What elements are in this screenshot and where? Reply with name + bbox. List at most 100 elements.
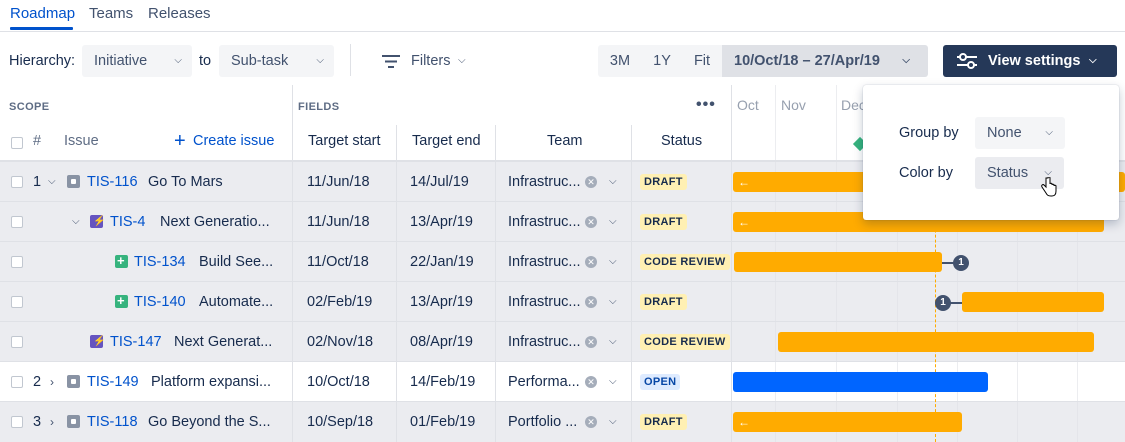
group-by-select[interactable]: None ⌵ <box>975 117 1065 149</box>
chevron-down-icon[interactable]: ⌵ <box>609 282 617 322</box>
row-checkbox[interactable] <box>11 216 23 228</box>
tab-roadmap[interactable]: Roadmap <box>10 5 75 22</box>
issue-summary: Automate... <box>199 294 274 310</box>
team-value[interactable]: Performa... <box>508 362 583 402</box>
chevron-down-icon: ⌵ <box>316 55 324 66</box>
target-start[interactable]: 11/Oct/18 <box>307 242 369 282</box>
target-start[interactable]: 11/Jun/18 <box>307 202 370 242</box>
chevron-right-icon[interactable]: › <box>50 402 54 442</box>
issue-key[interactable]: TIS-149 <box>87 362 139 402</box>
issue-summary: Go To Mars <box>148 174 223 190</box>
chevron-down-icon[interactable]: ⌵ <box>72 202 80 242</box>
target-end[interactable]: 14/Jul/19 <box>410 162 469 202</box>
timeline-bar[interactable] <box>733 372 988 392</box>
initiative-icon <box>67 175 80 188</box>
status-badge[interactable]: CODE REVIEW <box>640 254 730 270</box>
issue-key[interactable]: TIS-134 <box>134 242 186 282</box>
clear-icon[interactable]: ✕ <box>585 296 597 308</box>
clear-icon[interactable]: ✕ <box>585 416 597 428</box>
status-badge[interactable]: CODE REVIEW <box>640 334 730 350</box>
date-range-select[interactable]: 10/Oct/18 – 27/Apr/19 ⌵ <box>722 45 928 77</box>
issue-key[interactable]: TIS-116 <box>87 162 138 202</box>
status-badge[interactable]: DRAFT <box>640 174 687 190</box>
column-team: Team <box>547 133 583 149</box>
toolbar-separator <box>350 44 351 76</box>
target-end[interactable]: 01/Feb/19 <box>410 402 475 442</box>
view-settings-label: View settings <box>988 53 1081 69</box>
issue-key[interactable]: TIS-118 <box>87 402 138 442</box>
target-start[interactable]: 02/Feb/19 <box>307 282 372 322</box>
row-checkbox[interactable] <box>11 336 23 348</box>
timeline-bar[interactable] <box>962 292 1104 312</box>
column-target-start: Target start <box>308 133 381 149</box>
hierarchy-to-select[interactable]: Sub-task ⌵ <box>219 45 334 77</box>
issue-key[interactable]: TIS-140 <box>134 282 186 322</box>
target-end[interactable]: 14/Feb/19 <box>410 362 475 402</box>
dependency-badge[interactable]: 1 <box>935 295 951 311</box>
hierarchy-to-value: Sub-task <box>231 53 289 69</box>
row-checkbox[interactable] <box>11 176 23 188</box>
story-icon: + <box>115 293 128 308</box>
target-end[interactable]: 08/Apr/19 <box>410 322 473 362</box>
active-tab-indicator <box>10 27 73 30</box>
target-start[interactable]: 10/Oct/18 <box>307 362 370 402</box>
team-value[interactable]: Infrastruc... <box>508 282 583 322</box>
zoom-1y-button[interactable]: 1Y <box>642 45 682 77</box>
issue-key[interactable]: TIS-4 <box>110 202 145 242</box>
chevron-down-icon[interactable]: ⌵ <box>609 362 617 402</box>
team-value[interactable]: Infrastruc... <box>508 322 583 362</box>
status-badge[interactable]: DRAFT <box>640 214 687 230</box>
chevron-down-icon[interactable]: ⌵ <box>48 162 56 202</box>
group-by-value: None <box>987 125 1022 141</box>
column-divider <box>631 125 632 442</box>
clear-icon[interactable]: ✕ <box>585 336 597 348</box>
clear-icon[interactable]: ✕ <box>585 176 597 188</box>
chevron-down-icon: ⌵ <box>1045 127 1053 138</box>
chevron-down-icon[interactable]: ⌵ <box>609 202 617 242</box>
select-all-checkbox[interactable] <box>11 137 23 149</box>
status-badge[interactable]: DRAFT <box>640 414 687 430</box>
clear-icon[interactable]: ✕ <box>585 376 597 388</box>
epic-icon: ⚡ <box>90 335 105 348</box>
row-checkbox[interactable] <box>11 416 23 428</box>
zoom-fit-button[interactable]: Fit <box>682 45 722 77</box>
arrow-left-icon: ← <box>738 215 750 229</box>
timeline-bar[interactable] <box>778 332 1094 352</box>
zoom-3m-button[interactable]: 3M <box>598 45 642 77</box>
team-value[interactable]: Portfolio ... <box>508 402 583 442</box>
target-end[interactable]: 13/Apr/19 <box>410 282 473 322</box>
team-value[interactable]: Infrastruc... <box>508 242 583 282</box>
row-number: 1 <box>33 174 42 190</box>
row-checkbox[interactable] <box>11 256 23 268</box>
target-start[interactable]: 02/Nov/18 <box>307 322 373 362</box>
chevron-down-icon[interactable]: ⌵ <box>609 322 617 362</box>
tab-teams[interactable]: Teams <box>89 5 133 22</box>
chevron-down-icon[interactable]: ⌵ <box>609 402 617 442</box>
dependency-badge[interactable]: 1 <box>953 255 969 271</box>
chevron-right-icon[interactable]: › <box>50 362 54 402</box>
chevron-down-icon[interactable]: ⌵ <box>609 242 617 282</box>
clear-icon[interactable]: ✕ <box>585 216 597 228</box>
team-value[interactable]: Infrastruc... <box>508 162 583 202</box>
target-end[interactable]: 13/Apr/19 <box>410 202 473 242</box>
team-value[interactable]: Infrastruc... <box>508 202 583 242</box>
timeline-bar[interactable] <box>734 252 942 272</box>
target-end[interactable]: 22/Jan/19 <box>410 242 474 282</box>
more-icon[interactable]: ••• <box>696 96 716 114</box>
sliders-icon <box>957 53 977 69</box>
hierarchy-from-select[interactable]: Initiative ⌵ <box>82 45 192 77</box>
target-start[interactable]: 11/Jun/18 <box>307 162 370 202</box>
target-start[interactable]: 10/Sep/18 <box>307 402 373 442</box>
status-badge[interactable]: OPEN <box>640 374 681 390</box>
status-badge[interactable]: DRAFT <box>640 294 687 310</box>
chevron-down-icon[interactable]: ⌵ <box>609 162 617 202</box>
timeline-bar[interactable]: ← <box>733 412 962 432</box>
filters-button[interactable]: Filters ⌵ <box>372 45 472 77</box>
view-settings-button[interactable]: View settings ⌵ <box>943 45 1117 77</box>
issue-key[interactable]: TIS-147 <box>110 322 162 362</box>
row-checkbox[interactable] <box>11 376 23 388</box>
row-checkbox[interactable] <box>11 296 23 308</box>
clear-icon[interactable]: ✕ <box>585 256 597 268</box>
filters-label: Filters <box>411 53 451 69</box>
tab-releases[interactable]: Releases <box>148 5 211 22</box>
